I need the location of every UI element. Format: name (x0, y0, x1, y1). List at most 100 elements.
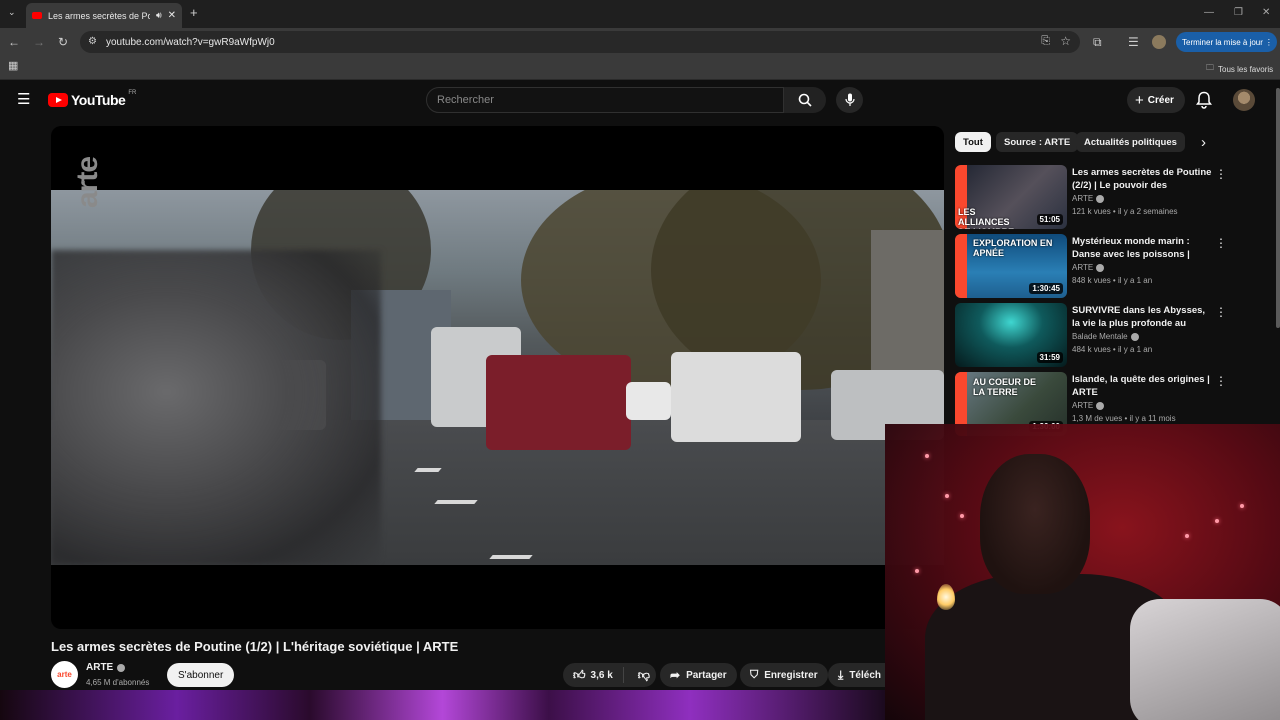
chip-label: Actualités politiques (1084, 136, 1177, 148)
blurred-mirror-foreground (51, 250, 381, 565)
page-scrollbar[interactable] (1276, 88, 1280, 328)
verified-badge-icon (1130, 332, 1139, 341)
ambient-background-strip (0, 690, 885, 720)
more-actions-icon[interactable]: ⋮ (1215, 236, 1227, 250)
url-text: youtube.com/watch?v=gwR9aWfpWj0 (106, 36, 275, 48)
profile-avatar-icon[interactable] (1152, 35, 1166, 49)
hamburger-menu-icon[interactable]: ☰ (17, 90, 30, 108)
chip-label: Source : ARTE (1004, 136, 1071, 148)
menu-kebab-icon[interactable]: ⋮ (1265, 38, 1273, 47)
recommendation-channel[interactable]: Balade Mentale (1072, 332, 1139, 341)
like-count: 3,6 k (590, 669, 613, 681)
browser-toolbar: ← → ↻ ⚙ youtube.com/watch?v=gwR9aWfpWj0 … (0, 28, 1280, 56)
chip-all[interactable]: Tout (955, 132, 991, 152)
dislike-button[interactable]: 👎︎ (630, 668, 658, 683)
notifications-bell-icon[interactable] (1196, 91, 1212, 109)
arte-watermark: arte (71, 156, 104, 208)
chips-next-chevron-icon[interactable]: › (1201, 134, 1206, 151)
apps-grid-icon[interactable]: ▦ (8, 61, 18, 72)
recommendation-title: Mystérieux monde marin : Danse avec les … (1072, 236, 1190, 260)
chip-source-arte[interactable]: Source : ARTE (996, 132, 1079, 152)
minimize-icon[interactable]: — (1204, 7, 1214, 18)
recommendation-thumbnail[interactable]: 31:59 (955, 303, 1067, 367)
share-button[interactable]: ➦ Partager (660, 663, 737, 687)
reload-icon[interactable]: ↻ (58, 36, 68, 48)
youtube-play-icon (48, 93, 68, 107)
pillow-decoration (1130, 599, 1280, 720)
search-button[interactable] (784, 87, 826, 113)
video-player[interactable]: arte (51, 126, 944, 629)
search-input[interactable] (437, 94, 783, 106)
audio-playing-icon[interactable]: 🔊︎ (156, 10, 162, 21)
recommendation-item[interactable]: 31:59 SURVIVRE dans les Abysses, la vie … (955, 303, 1275, 367)
update-button[interactable]: Terminer la mise à jour ⋮ (1176, 32, 1277, 52)
chip-political-news[interactable]: Actualités politiques (1076, 132, 1185, 152)
download-label: Téléch (849, 669, 881, 681)
address-bar[interactable]: ⚙ youtube.com/watch?v=gwR9aWfpWj0 ⎘ ☆ (80, 31, 1080, 53)
string-light-decoration (960, 514, 964, 518)
tab-close-icon[interactable]: ✕ (168, 10, 176, 21)
extensions-icon[interactable]: ⧉ (1093, 36, 1102, 48)
more-actions-icon[interactable]: ⋮ (1215, 305, 1227, 319)
voice-search-button[interactable] (836, 87, 863, 113)
youtube-logo-text: YouTube (71, 92, 126, 108)
update-button-label: Terminer la mise à jour (1182, 37, 1263, 47)
lighter-flame (937, 584, 955, 610)
verified-badge-icon (1096, 263, 1105, 272)
video-title: Les armes secrètes de Poutine (1/2) | L'… (51, 639, 459, 654)
duration-badge: 51:05 (1036, 214, 1063, 225)
chip-label: Tout (963, 136, 983, 148)
all-bookmarks-folder[interactable]: 🗀︎ Tous les favoris (1206, 62, 1273, 76)
recommendation-channel[interactable]: ARTE (1072, 263, 1105, 272)
string-light-decoration (945, 494, 949, 498)
recommendation-item[interactable]: LES ALLIANCES DE L'OMBRE 51:05 Les armes… (955, 165, 1275, 229)
youtube-favicon-icon (32, 12, 42, 19)
window-close-icon[interactable]: ✕ (1262, 7, 1270, 18)
subscriber-count: 4,65 M d'abonnés (86, 678, 150, 687)
create-label: Créer (1147, 94, 1174, 106)
recommendation-title: SURVIVRE dans les Abysses, la vie la plu… (1072, 305, 1206, 329)
like-dislike-group: 👍︎ 3,6 k 👎︎ (563, 663, 656, 687)
user-avatar[interactable] (1233, 89, 1255, 111)
folder-icon: 🗀︎ (1206, 63, 1214, 72)
bookmark-star-icon[interactable]: ☆ (1060, 34, 1071, 48)
verified-badge-icon (1096, 194, 1105, 203)
recommendation-title: Islande, la quête des origines | ARTE (1072, 374, 1210, 398)
forward-icon[interactable]: → (33, 36, 45, 48)
save-button[interactable]: ⛉ Enregistrer (740, 663, 828, 687)
create-button[interactable]: + Créer (1127, 87, 1185, 113)
tab-search-icon[interactable]: ⌄ (8, 8, 16, 17)
recommendation-channel[interactable]: ARTE (1072, 401, 1105, 410)
download-icon: ⤓ (838, 667, 844, 682)
video-frame (51, 190, 944, 565)
install-app-icon[interactable]: ⎘ (1041, 35, 1050, 48)
channel-avatar[interactable]: arte (51, 661, 78, 688)
subscribe-button[interactable]: S'abonner (167, 663, 235, 687)
reading-list-icon[interactable]: ☰ (1128, 36, 1139, 48)
site-info-icon[interactable]: ⚙ (88, 36, 97, 47)
back-icon[interactable]: ← (8, 36, 20, 48)
download-button[interactable]: ⤓ Téléch (828, 663, 885, 687)
recommendation-thumbnail[interactable]: LES ALLIANCES DE L'OMBRE 51:05 (955, 165, 1067, 229)
arte-mini-logo (955, 234, 967, 298)
browser-tab-active[interactable]: Les armes secrètes de Poutine (1/2) 🔊︎ ✕ (26, 3, 182, 28)
thumbs-down-icon: 👎︎ (637, 667, 650, 682)
string-light-decoration (925, 454, 929, 458)
verified-badge-icon (1096, 401, 1105, 410)
recommendation-meta: 121 k vues • il y a 2 semaines (1072, 207, 1178, 216)
like-button[interactable]: 👍︎ 3,6 k (563, 667, 624, 683)
recommendation-thumbnail[interactable]: EXPLORATION EN APNÉE 1:30:45 (955, 234, 1067, 298)
duration-badge: 31:59 (1036, 352, 1063, 363)
red-car-decoration (486, 355, 631, 450)
channel-name[interactable]: ARTE (86, 662, 126, 673)
more-actions-icon[interactable]: ⋮ (1215, 167, 1227, 181)
more-actions-icon[interactable]: ⋮ (1215, 374, 1227, 388)
youtube-logo[interactable]: YouTube FR (48, 90, 136, 108)
new-tab-icon[interactable]: + (190, 6, 198, 19)
recommendation-meta: 484 k vues • il y a 1 an (1072, 345, 1153, 354)
microphone-icon (844, 93, 855, 106)
channel-text: Balade Mentale (1072, 332, 1128, 341)
recommendation-item[interactable]: EXPLORATION EN APNÉE 1:30:45 Mystérieux … (955, 234, 1275, 298)
restore-icon[interactable]: ❐ (1234, 7, 1243, 18)
recommendation-channel[interactable]: ARTE (1072, 194, 1105, 203)
